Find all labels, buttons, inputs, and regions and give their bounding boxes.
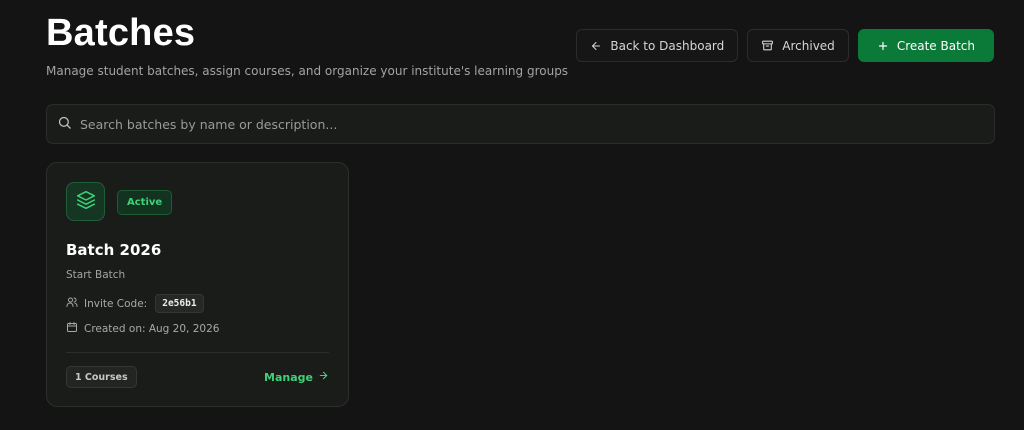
batch-card[interactable]: Active Batch 2026 Start Batch Invite Cod…	[46, 162, 349, 407]
manage-label: Manage	[264, 370, 313, 384]
users-icon	[66, 296, 78, 311]
manage-link[interactable]: Manage	[264, 370, 329, 384]
header-actions: Back to Dashboard Archived Create Batch	[576, 29, 994, 62]
layers-icon	[76, 190, 96, 214]
search-icon	[57, 115, 72, 134]
invite-code-value: 2e56b1	[155, 294, 204, 313]
batch-description: Start Batch	[66, 269, 126, 281]
archived-button[interactable]: Archived	[747, 29, 849, 62]
page-title: Batches	[46, 12, 196, 54]
status-badge: Active	[117, 190, 173, 215]
page-subtitle: Manage student batches, assign courses, …	[46, 64, 569, 78]
back-to-dashboard-button[interactable]: Back to Dashboard	[576, 29, 739, 62]
batch-name: Batch 2026	[66, 241, 162, 259]
back-to-dashboard-label: Back to Dashboard	[610, 38, 725, 53]
calendar-icon	[66, 321, 78, 336]
create-batch-button[interactable]: Create Batch	[857, 29, 994, 62]
batch-icon-box	[66, 182, 105, 221]
archive-icon	[761, 39, 774, 52]
created-on-text: Created on: Aug 20, 2026	[84, 322, 220, 335]
arrow-right-icon	[318, 370, 329, 384]
search-bar	[46, 104, 995, 144]
create-batch-label: Create Batch	[896, 38, 975, 53]
card-divider	[66, 352, 329, 353]
arrow-left-icon	[590, 40, 602, 52]
search-input[interactable]	[80, 105, 994, 143]
created-on-row: Created on: Aug 20, 2026	[66, 321, 219, 336]
archived-label: Archived	[782, 38, 835, 53]
courses-count-badge: 1 Courses	[66, 366, 137, 388]
invite-code-row: Invite Code: 2e56b1	[66, 294, 204, 313]
batches-page: Batches Manage student batches, assign c…	[0, 0, 1024, 430]
invite-code-label: Invite Code:	[84, 297, 148, 310]
plus-icon	[877, 40, 889, 52]
